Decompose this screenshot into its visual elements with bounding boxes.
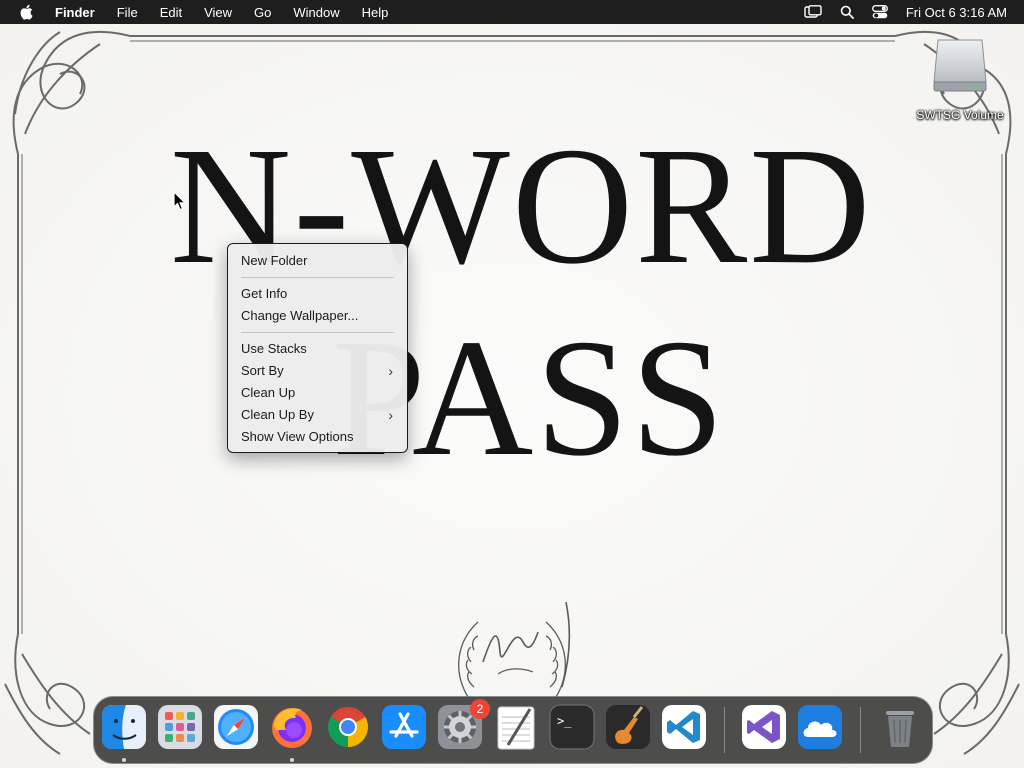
dock-launchpad-icon[interactable] [156, 703, 204, 751]
desktop-wallpaper[interactable]: N-WORD PASS [0, 24, 1024, 768]
dock-app-store-icon[interactable] [380, 703, 428, 751]
desktop-volume-label: SWTSG Volume [916, 108, 1004, 122]
dock-garageband-icon[interactable] [604, 703, 652, 751]
desktop-context-menu: New Folder Get Info Change Wallpaper... … [227, 243, 408, 453]
signature-seal-logo-icon [458, 601, 571, 698]
menu-item-new-folder[interactable]: New Folder [228, 250, 407, 272]
dock-chrome-icon[interactable] [324, 703, 372, 751]
menu-item-sort-by[interactable]: Sort By › [228, 360, 407, 382]
external-drive-icon [933, 39, 987, 92]
dock-system-settings-icon[interactable]: 2 [436, 699, 490, 751]
dock-visual-studio-icon[interactable] [740, 703, 788, 751]
svg-text:>_: >_ [557, 714, 572, 728]
control-center-icon[interactable] [871, 5, 888, 19]
menu-edit[interactable]: Edit [160, 5, 182, 20]
menu-window[interactable]: Window [293, 5, 339, 20]
running-indicator [290, 758, 294, 762]
desktop-volume[interactable]: SWTSG Volume [908, 36, 1012, 122]
dock-icloud-drive-icon[interactable] [796, 703, 844, 751]
dock-trash-icon[interactable] [876, 703, 924, 751]
notification-badge: 2 [470, 699, 490, 719]
dock-safari-icon[interactable] [212, 703, 260, 751]
chevron-right-icon: › [388, 407, 393, 423]
menu-separator [241, 277, 394, 278]
menu-file[interactable]: File [117, 5, 138, 20]
menu-bar-clock[interactable]: Fri Oct 6 3:16 AM [906, 5, 1007, 20]
menu-item-clean-up-by[interactable]: Clean Up By › [228, 404, 407, 426]
menu-view[interactable]: View [204, 5, 232, 20]
menu-item-change-wallpaper[interactable]: Change Wallpaper... [228, 305, 407, 327]
apple-logo-icon[interactable] [19, 4, 33, 20]
dock-firefox-icon[interactable] [268, 703, 316, 751]
mouse-cursor-icon [173, 191, 186, 211]
dock-terminal-icon[interactable]: >_ [548, 703, 596, 751]
dock-separator [860, 707, 861, 753]
menu-bar: Finder File Edit View Go Window Help Fri… [0, 0, 1024, 24]
menu-item-get-info[interactable]: Get Info [228, 283, 407, 305]
menu-help[interactable]: Help [362, 5, 389, 20]
dock-finder-icon[interactable] [100, 703, 148, 751]
menu-finder[interactable]: Finder [55, 5, 95, 20]
menu-item-use-stacks[interactable]: Use Stacks [228, 338, 407, 360]
dock: 2 >_ [93, 696, 933, 764]
menu-item-show-view-options[interactable]: Show View Options [228, 426, 407, 448]
menu-go[interactable]: Go [254, 5, 271, 20]
display-icon[interactable] [804, 5, 822, 19]
menu-separator [241, 332, 394, 333]
menu-item-clean-up[interactable]: Clean Up [228, 382, 407, 404]
chevron-right-icon: › [388, 363, 393, 379]
dock-separator [724, 707, 725, 753]
dock-vscode-icon[interactable] [660, 703, 708, 751]
running-indicator [122, 758, 126, 762]
search-icon[interactable] [840, 5, 854, 19]
dock-textedit-icon[interactable] [492, 703, 540, 751]
